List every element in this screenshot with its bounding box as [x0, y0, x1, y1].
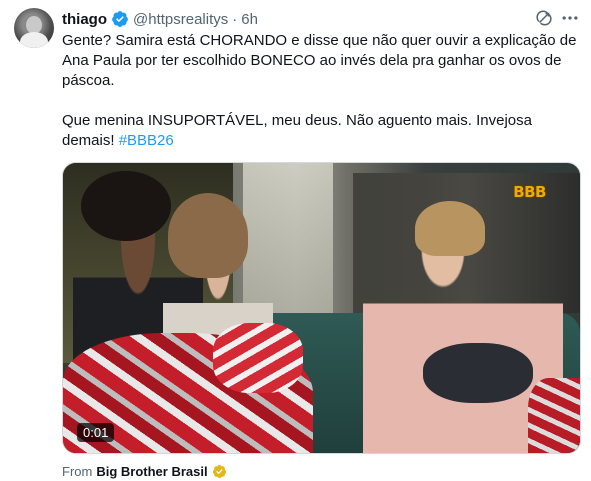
separator-dot: ·	[232, 10, 238, 28]
video-scene-person-hair	[168, 193, 248, 278]
video-scene-easter-eggs	[213, 323, 303, 393]
tweet-text-paragraph-1: Gente? Samira está CHORANDO e disse que …	[62, 32, 580, 89]
source-attribution: From Big Brother Brasil	[62, 462, 227, 480]
gold-verified-badge-icon	[212, 464, 226, 478]
author-handle[interactable]: @httpsrealitys	[133, 11, 228, 28]
video-scene-person-hair	[415, 201, 485, 256]
tweet-header: thiago @httpsrealitys · 6h	[62, 9, 258, 29]
tweet-text: Gente? Samira está CHORANDO e disse que …	[62, 31, 582, 151]
author-name[interactable]: thiago	[62, 11, 107, 28]
verified-badge-icon	[112, 11, 128, 27]
source-prefix: From	[62, 463, 93, 479]
bbb-logo: BBB	[513, 183, 546, 201]
more-options-icon[interactable]	[560, 8, 580, 28]
hashtag-link[interactable]: #BBB26	[119, 132, 174, 149]
tweet-time[interactable]: 6h	[241, 11, 258, 28]
video-scene-bag	[423, 343, 533, 403]
video-player[interactable]: BBB 0:01	[62, 162, 581, 454]
grok-icon[interactable]	[535, 9, 553, 27]
avatar-body	[20, 32, 48, 48]
video-duration: 0:01	[77, 423, 115, 442]
source-name[interactable]: Big Brother Brasil	[96, 464, 207, 479]
video-scene-person-hair	[81, 171, 171, 241]
author-avatar[interactable]	[14, 8, 54, 48]
video-scene-easter-eggs	[528, 378, 580, 453]
